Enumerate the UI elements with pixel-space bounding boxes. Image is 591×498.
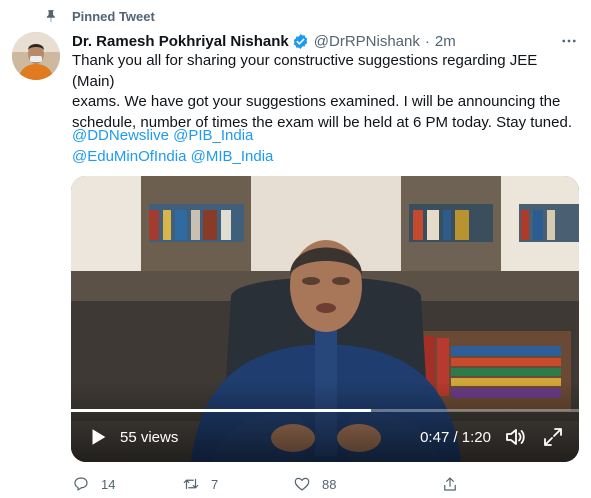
author-handle[interactable]: @DrRPNishank — [314, 33, 420, 50]
tweet-text: Thank you all for sharing your construct… — [72, 52, 572, 131]
view-count: 55 views — [120, 428, 179, 446]
like-button[interactable]: 88 — [293, 475, 441, 493]
share-button[interactable] — [441, 475, 470, 493]
fullscreen-icon[interactable] — [541, 425, 565, 449]
tweet-header: Dr. Ramesh Pokhriyal Nishank @DrRPNishan… — [72, 30, 456, 52]
author-name[interactable]: Dr. Ramesh Pokhriyal Nishank — [72, 33, 289, 50]
reply-count: 14 — [101, 476, 116, 492]
retweet-count: 7 — [211, 476, 219, 492]
play-icon[interactable] — [87, 426, 109, 448]
mention-line-2: @EduMinOfIndia @MIB_India — [72, 147, 273, 168]
tweet-actions: 14 7 88 — [72, 474, 470, 494]
video-controls: 55 views 0:47 / 1:20 — [71, 412, 579, 462]
pinned-text: Pinned Tweet — [72, 8, 155, 24]
mention-link[interactable]: @MIB_India — [191, 148, 274, 165]
video-timecode: 0:47 / 1:20 — [420, 428, 491, 446]
mention-link[interactable]: @DDNewslive — [72, 127, 169, 144]
retweet-icon — [183, 478, 199, 490]
share-icon — [444, 477, 456, 491]
more-icon — [562, 39, 576, 43]
pin-icon — [46, 10, 55, 23]
avatar-image — [12, 32, 60, 80]
reply-icon — [74, 477, 88, 491]
more-options-button[interactable] — [559, 32, 579, 50]
separator-dot: · — [424, 32, 430, 50]
pinned-tweet-label: Pinned Tweet — [44, 7, 155, 25]
verified-badge-icon — [293, 33, 307, 49]
video-player[interactable]: 55 views 0:47 / 1:20 — [71, 176, 579, 462]
avatar[interactable] — [12, 32, 60, 80]
heart-icon — [294, 477, 310, 491]
mention-line-1: @DDNewslive @PIB_India — [72, 126, 273, 147]
tweet-timestamp[interactable]: 2m — [435, 33, 456, 50]
mention-link[interactable]: @PIB_India — [173, 127, 253, 144]
retweet-button[interactable]: 7 — [182, 475, 293, 493]
like-count: 88 — [322, 476, 337, 492]
volume-icon[interactable] — [503, 425, 527, 449]
tweet-mentions: @DDNewslive @PIB_India @EduMinOfIndia @M… — [72, 126, 273, 167]
mention-link[interactable]: @EduMinOfIndia — [72, 148, 186, 165]
reply-button[interactable]: 14 — [72, 475, 182, 493]
